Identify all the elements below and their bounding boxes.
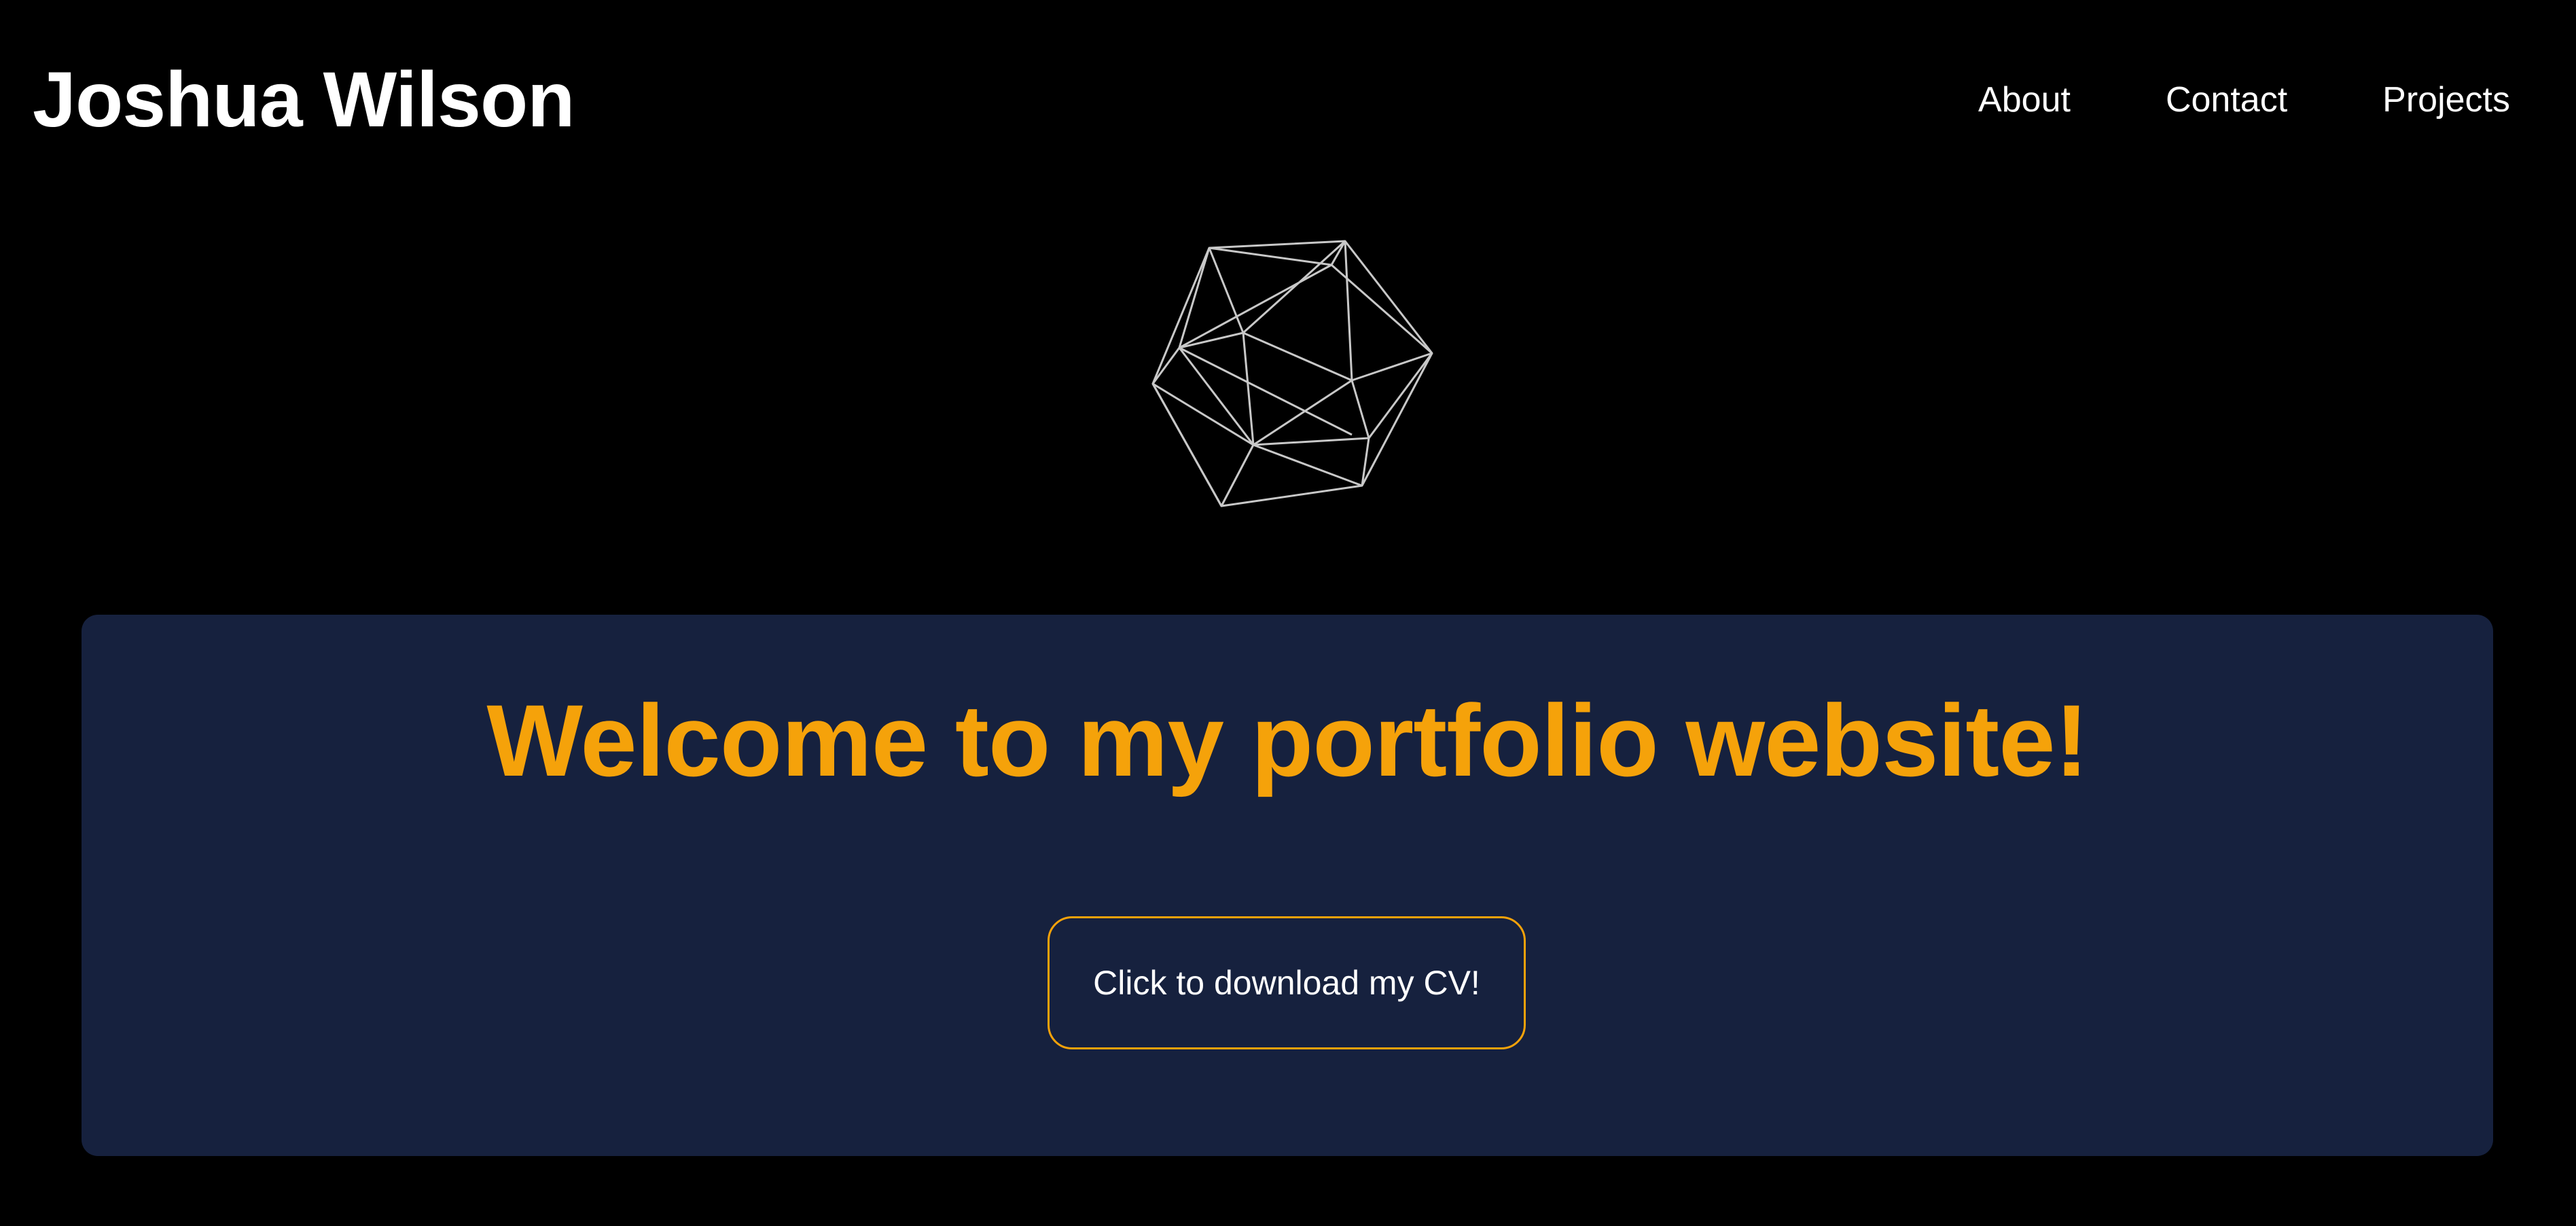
hero-heading: Welcome to my portfolio website! xyxy=(486,683,2088,797)
nav-link-about[interactable]: About xyxy=(1978,76,2071,124)
page: Joshua Wilson About Contact Projects Wel… xyxy=(0,0,2576,1226)
wireframe-icosahedron-icon xyxy=(1151,240,1433,507)
hero-panel: Welcome to my portfolio website! Click t… xyxy=(82,615,2493,1156)
nav-link-contact[interactable]: Contact xyxy=(2166,76,2287,124)
nav-link-projects[interactable]: Projects xyxy=(2382,76,2510,124)
site-title: Joshua Wilson xyxy=(33,56,575,143)
download-cv-button[interactable]: Click to download my CV! xyxy=(1048,916,1526,1049)
main-nav: About Contact Projects xyxy=(1978,76,2510,124)
